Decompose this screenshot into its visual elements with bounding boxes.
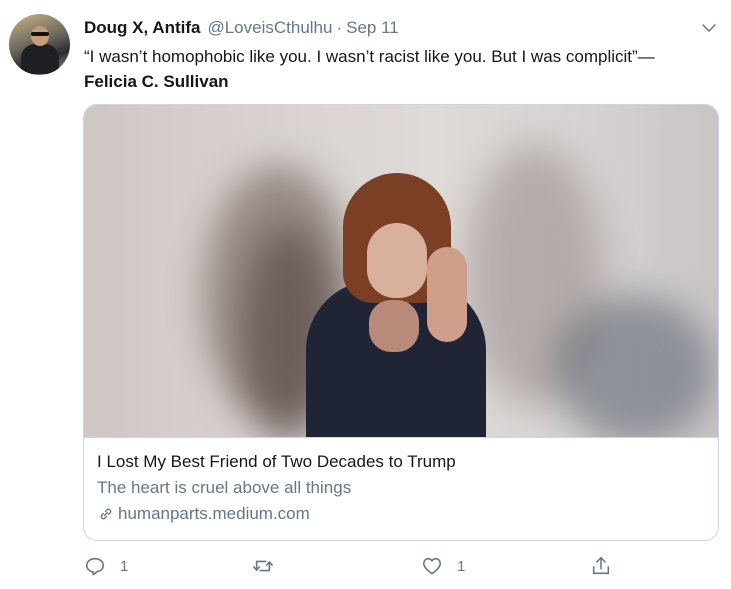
like-button[interactable]: 1 xyxy=(421,554,465,578)
share-icon xyxy=(592,556,610,575)
tweet-date[interactable]: Sep 11 xyxy=(346,18,399,38)
card-domain: humanparts.medium.com xyxy=(97,503,697,525)
retweet-button[interactable] xyxy=(252,554,288,578)
tweet-text: “I wasn’t homophobic like you. I wasn’t … xyxy=(84,44,724,94)
tweet-actions: 1 1 xyxy=(84,554,624,578)
avatar-figure-body xyxy=(21,44,59,74)
chevron-down-icon[interactable] xyxy=(700,19,718,37)
link-card[interactable]: I Lost My Best Friend of Two Decades to … xyxy=(83,104,719,541)
like-count: 1 xyxy=(457,557,466,575)
share-button[interactable] xyxy=(590,554,612,578)
reply-icon xyxy=(85,557,105,576)
card-description: The heart is cruel above all things xyxy=(97,478,352,497)
retweet-icon xyxy=(253,560,273,572)
tweet-quote: “I wasn’t homophobic like you. I wasn’t … xyxy=(84,47,655,66)
tweet[interactable]: Doug X, Antifa @LoveisCthulhu · Sep 11 “… xyxy=(0,0,731,589)
reply-count: 1 xyxy=(120,557,129,575)
card-title: I Lost My Best Friend of Two Decades to … xyxy=(97,452,456,471)
card-image xyxy=(84,105,718,438)
heart-icon xyxy=(422,557,442,575)
avatar[interactable] xyxy=(9,14,70,75)
header-separator: · xyxy=(336,18,343,37)
author-handle[interactable]: @LoveisCthulhu xyxy=(207,18,332,38)
tweet-attribution: Felicia C. Sullivan xyxy=(84,72,229,91)
link-icon xyxy=(100,508,112,520)
card-body: I Lost My Best Friend of Two Decades to … xyxy=(97,451,697,525)
card-domain-text: humanparts.medium.com xyxy=(118,504,310,523)
avatar-figure-head xyxy=(31,26,49,46)
author-display-name[interactable]: Doug X, Antifa xyxy=(84,18,200,38)
avatar-figure-glasses xyxy=(31,32,49,36)
tweet-header: Doug X, Antifa @LoveisCthulhu · Sep 11 xyxy=(84,16,399,40)
reply-button[interactable]: 1 xyxy=(84,554,128,578)
